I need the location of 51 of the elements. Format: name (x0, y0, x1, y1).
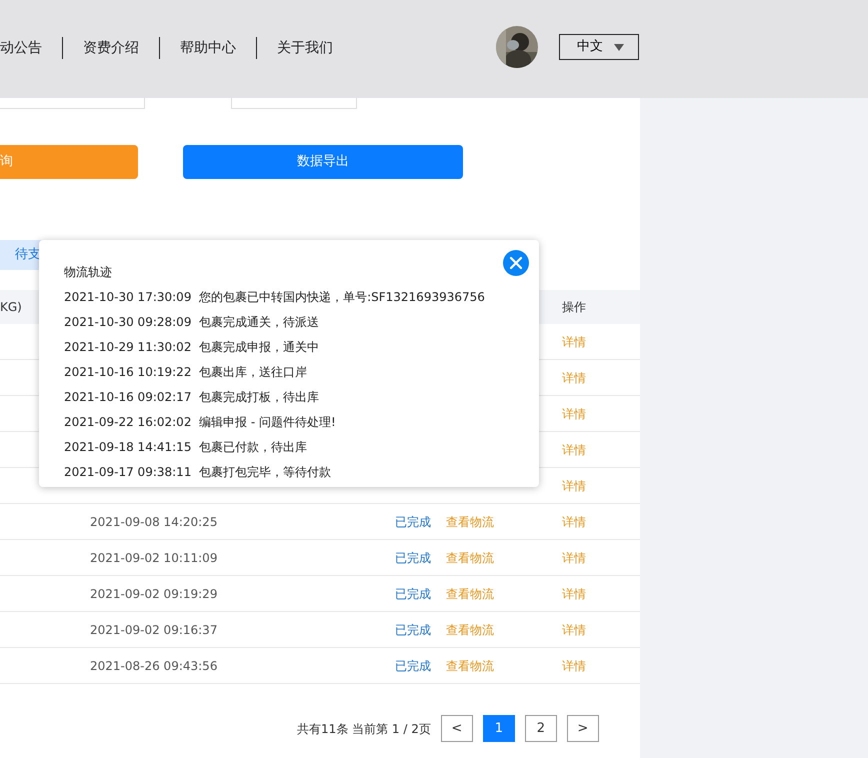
close-icon[interactable] (503, 250, 529, 276)
details-link[interactable]: 详情 (562, 656, 586, 674)
details-link[interactable]: 详情 (562, 476, 586, 494)
details-link[interactable]: 详情 (562, 368, 586, 386)
logistics-link[interactable]: 查看物流 (446, 620, 494, 638)
tracking-event: 2021-09-17 09:38:11 包裹打包完毕，等待付款 (64, 464, 332, 481)
status-text: 已完成 (395, 514, 431, 530)
status-text: 已完成 (395, 658, 431, 674)
nav-link[interactable]: 关于我们 (257, 38, 353, 58)
nav-link[interactable]: 动公告 (0, 38, 62, 58)
prev-page-button[interactable]: < (440, 715, 473, 742)
details-link[interactable]: 详情 (562, 620, 586, 638)
table-cell-text: 2021-08-26 09:43:56 (90, 658, 218, 674)
details-link[interactable]: 详情 (562, 548, 586, 566)
tracking-event: 2021-10-30 09:28:09 包裹完成通关，待派送 (64, 314, 320, 331)
tracking-event: 2021-10-16 10:19:22 包裹出库，送往口岸 (64, 364, 308, 381)
logistics-link[interactable]: 查看物流 (446, 548, 494, 566)
search-button[interactable]: 询 (0, 145, 138, 179)
next-page-button[interactable]: > (566, 715, 599, 742)
logistics-link[interactable]: 查看物流 (446, 656, 494, 674)
details-link[interactable]: 详情 (562, 332, 586, 350)
status-text: 已完成 (395, 586, 431, 602)
tracking-event: 2021-10-29 11:30:02 包裹完成申报，通关中 (64, 339, 320, 356)
input-field[interactable] (0, 98, 145, 109)
nav-link[interactable]: 帮助中心 (160, 38, 256, 58)
column-header: 操作 (562, 299, 586, 316)
tracking-event: 2021-09-22 16:02:02 编辑申报 - 问题件待处理! (64, 414, 337, 431)
caret-icon (614, 44, 624, 50)
logistics-link[interactable]: 查看物流 (446, 512, 494, 530)
page-summary: 共有11条 当前第 1 / 2页 (297, 720, 431, 738)
status-text: 已完成 (395, 622, 431, 638)
table-cell-text: 2021-09-02 10:11:09 (90, 550, 218, 566)
table-cell-text: 2021-09-02 09:19:29 (90, 586, 218, 602)
language-select[interactable]: 中文 (559, 34, 639, 60)
logistics-link[interactable]: 查看物流 (446, 584, 494, 602)
page-button[interactable]: 2 (524, 715, 557, 742)
export-button[interactable]: 数据导出 (183, 145, 463, 179)
details-link[interactable]: 详情 (562, 584, 586, 602)
page-button[interactable]: 1 (482, 715, 515, 742)
tracking-event: 2021-10-30 17:30:09 您的包裹已中转国内快递，单号:SF1321693936756 (64, 289, 486, 306)
status-text: 已完成 (395, 550, 431, 566)
table-cell-text: 2021-09-08 14:20:25 (90, 514, 218, 530)
nav-link[interactable]: 资费介绍 (63, 38, 159, 58)
input-field[interactable] (231, 98, 357, 109)
table-cell-text: 2021-09-02 09:16:37 (90, 622, 218, 638)
column-header: KG) (0, 299, 22, 316)
tracking-event: 2021-10-16 09:02:17 包裹完成打板，待出库 (64, 389, 320, 406)
tracking-event: 2021-09-18 14:41:15 包裹已付款，待出库 (64, 439, 308, 456)
details-link[interactable]: 详情 (562, 440, 586, 458)
details-link[interactable]: 详情 (562, 512, 586, 530)
details-link[interactable]: 详情 (562, 404, 586, 422)
